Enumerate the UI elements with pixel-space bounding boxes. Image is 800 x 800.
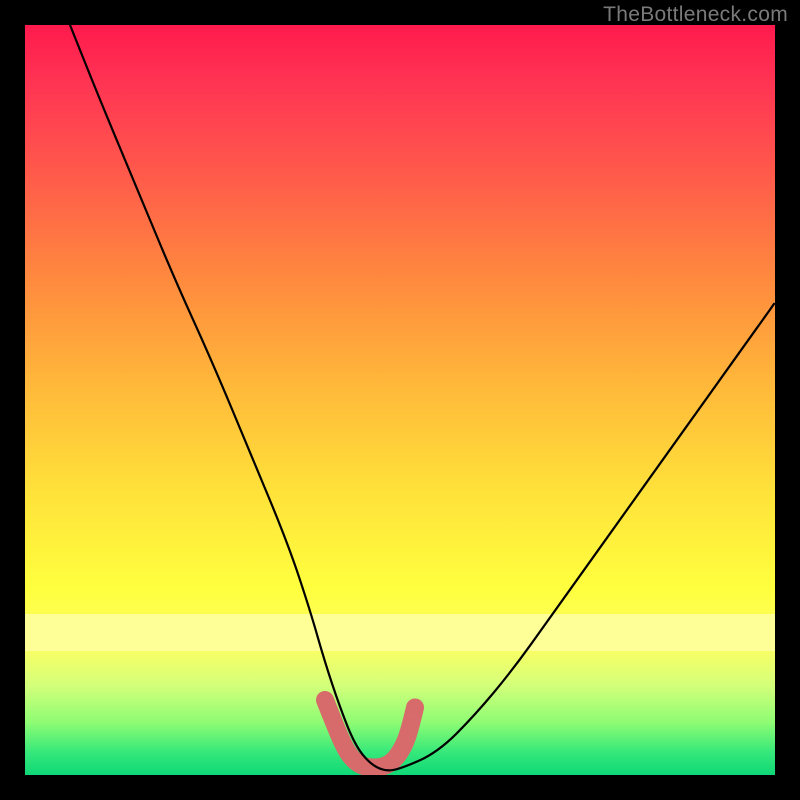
curve-svg <box>25 25 775 775</box>
chart-frame: TheBottleneck.com <box>0 0 800 800</box>
main-curve-path <box>70 25 775 770</box>
highlight-path <box>325 700 415 768</box>
watermark-text: TheBottleneck.com <box>603 3 788 27</box>
plot-area <box>25 25 775 775</box>
